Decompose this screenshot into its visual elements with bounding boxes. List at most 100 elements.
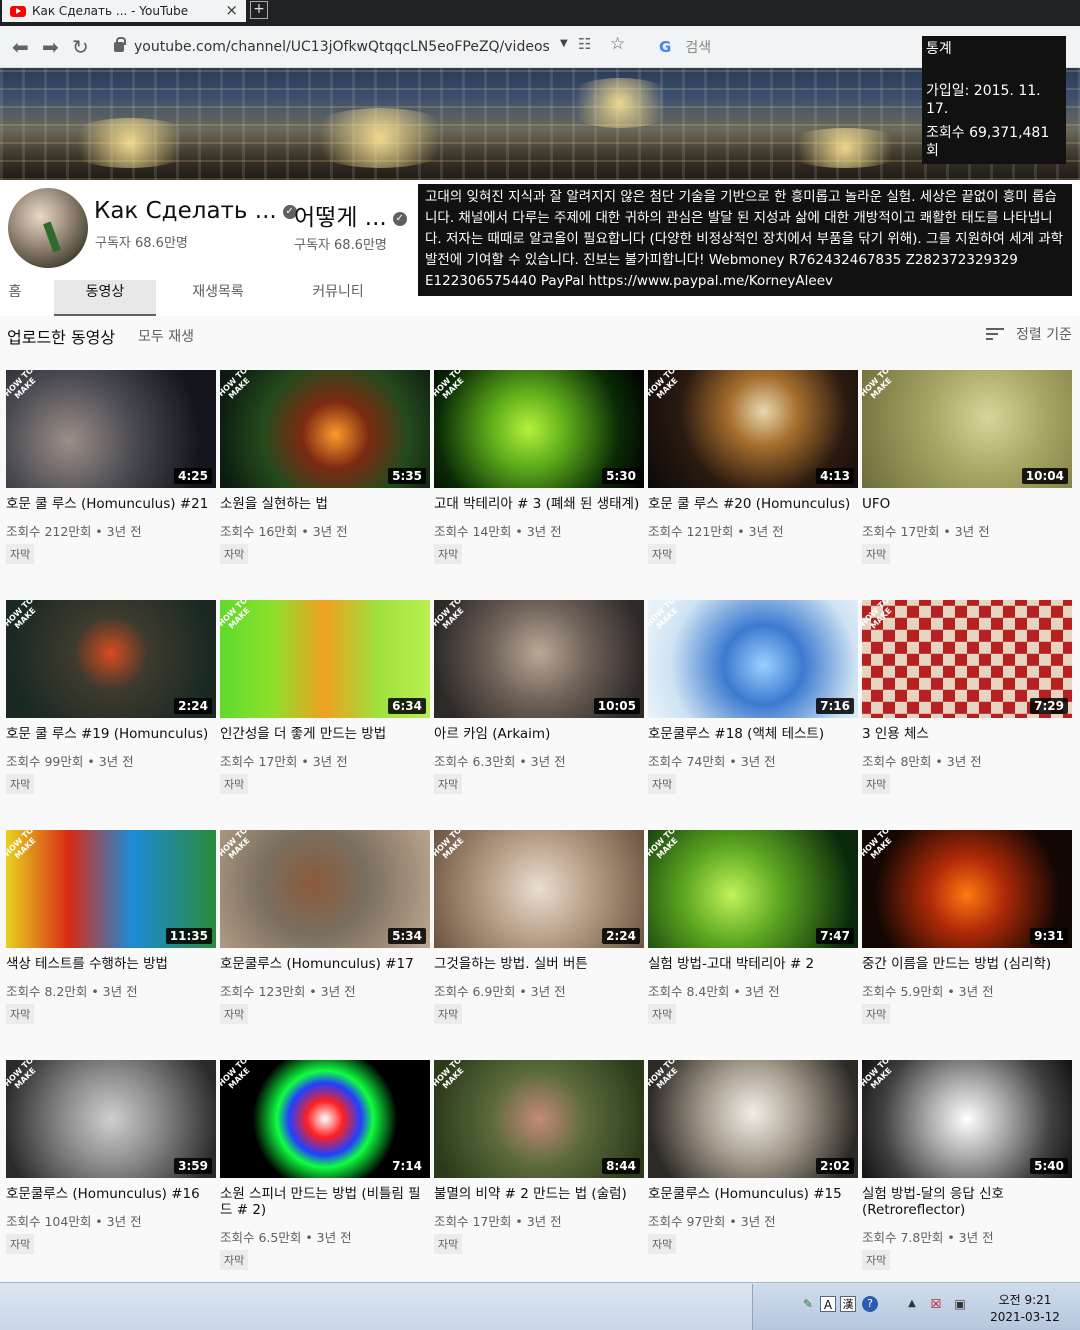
video-title[interactable]: 고대 박테리아 # 3 (폐쇄 된 생태계): [434, 496, 644, 512]
video-card[interactable]: HOW TO MAKE 11:35 색상 테스트를 수행하는 방법 조회수 8.2만회…: [6, 830, 216, 1024]
search-box[interactable]: G 검색: [655, 34, 920, 60]
subscriber-count: 구독자 68.6만명: [95, 236, 188, 251]
ime-mode-icon[interactable]: A: [820, 1296, 836, 1312]
video-title[interactable]: 소원을 실현하는 법: [220, 496, 430, 512]
video-meta: 조회수 6.9만회 • 3년 전: [434, 984, 566, 999]
play-all-button[interactable]: 모두 재생: [138, 326, 194, 346]
ime-hanja-icon[interactable]: 漢: [840, 1296, 856, 1312]
video-title[interactable]: 색상 테스트를 수행하는 방법: [6, 956, 216, 972]
channel-name-translated[interactable]: 어떻게 ... ✓: [294, 198, 407, 232]
video-thumbnail[interactable]: HOW TO MAKE 3:59: [6, 1060, 216, 1178]
video-thumbnail[interactable]: HOW TO MAKE 6:34: [220, 600, 430, 718]
video-title[interactable]: 호문쿨루스 (Homunculus) #15: [648, 1186, 858, 1202]
google-icon: G: [659, 38, 672, 56]
video-card[interactable]: HOW TO MAKE 2:02 호문쿨루스 (Homunculus) #15 조회수…: [648, 1060, 858, 1254]
video-title[interactable]: 인간성을 더 좋게 만드는 방법: [220, 726, 430, 742]
video-thumbnail[interactable]: HOW TO MAKE 2:24: [6, 600, 216, 718]
bookmark-star-icon[interactable]: ☆: [610, 34, 625, 54]
show-hidden-icons-icon[interactable]: ▲: [904, 1296, 920, 1312]
video-title[interactable]: 실험 방법-달의 응답 신호 (Retroreflector): [862, 1186, 1072, 1218]
video-thumbnail[interactable]: HOW TO MAKE 4:25: [6, 370, 216, 488]
new-tab-button[interactable]: +: [250, 1, 268, 19]
video-card[interactable]: HOW TO MAKE 7:16 호문쿨루스 #18 (액체 테스트) 조회수 74만…: [648, 600, 858, 794]
video-title[interactable]: 그것을하는 방법. 실버 버튼: [434, 956, 644, 972]
how-to-make-badge: HOW TO MAKE: [220, 1060, 252, 1091]
video-title[interactable]: 아르 카임 (Arkaim): [434, 726, 644, 742]
tab-videos[interactable]: 동영상: [54, 280, 156, 316]
video-card[interactable]: HOW TO MAKE 4:13 호문 쿨 루스 #20 (Homunculus) 조…: [648, 370, 858, 564]
video-card[interactable]: HOW TO MAKE 5:40 실험 방법-달의 응답 신호 (Retrorefl…: [862, 1060, 1072, 1270]
video-thumbnail[interactable]: HOW TO MAKE 7:47: [648, 830, 858, 948]
channel-name[interactable]: Как Сделать ... ✓: [94, 198, 297, 224]
video-card[interactable]: HOW TO MAKE 7:14 소원 스피너 만드는 방법 (비틀림 필드 # 2…: [220, 1060, 430, 1270]
video-card[interactable]: HOW TO MAKE 5:30 고대 박테리아 # 3 (폐쇄 된 생태계) 조회수…: [434, 370, 644, 564]
video-title[interactable]: 호문쿨루스 (Homunculus) #16: [6, 1186, 216, 1202]
how-to-make-badge: HOW TO MAKE: [434, 600, 466, 631]
translate-icon[interactable]: ☷: [578, 35, 591, 53]
video-thumbnail[interactable]: HOW TO MAKE 10:04: [862, 370, 1072, 488]
sort-button[interactable]: 정렬 기준: [986, 324, 1072, 344]
video-title[interactable]: 호문쿨루스 (Homunculus) #17: [220, 956, 430, 972]
video-thumbnail[interactable]: HOW TO MAKE 10:05: [434, 600, 644, 718]
tab-community[interactable]: 커뮤니티: [300, 280, 376, 316]
forward-arrow-icon[interactable]: ➡: [42, 35, 59, 59]
video-title[interactable]: 호문 쿨 루스 #19 (Homunculus): [6, 726, 216, 742]
video-title[interactable]: 호문 쿨 루스 (Homunculus) #21: [6, 496, 216, 512]
taskbar-clock[interactable]: 오전 9:21 2021-03-12: [990, 1292, 1060, 1326]
video-title[interactable]: 실험 방법-고대 박테리아 # 2: [648, 956, 858, 972]
back-arrow-icon[interactable]: ⬅: [12, 35, 29, 59]
browser-tab[interactable]: Как Сделать ... - YouTube ×: [2, 0, 246, 22]
video-card[interactable]: HOW TO MAKE 5:35 소원을 실현하는 법 조회수 16만회 • 3년 전…: [220, 370, 430, 564]
video-thumbnail[interactable]: HOW TO MAKE 8:44: [434, 1060, 644, 1178]
tab-close-icon[interactable]: ×: [225, 1, 238, 19]
video-title[interactable]: 호문 쿨 루스 #20 (Homunculus): [648, 496, 858, 512]
video-meta: 조회수 74만회 • 3년 전: [648, 754, 776, 769]
video-card[interactable]: HOW TO MAKE 10:04 UFO 조회수 17만회 • 3년 전 자막: [862, 370, 1072, 564]
video-thumbnail[interactable]: HOW TO MAKE 11:35: [6, 830, 216, 948]
video-thumbnail[interactable]: HOW TO MAKE 5:35: [220, 370, 430, 488]
video-thumbnail[interactable]: HOW TO MAKE 7:14: [220, 1060, 430, 1178]
how-to-make-badge: HOW TO MAKE: [6, 830, 38, 861]
video-title[interactable]: 불멸의 비약 # 2 만드는 법 (술럼): [434, 1186, 644, 1202]
video-thumbnail[interactable]: HOW TO MAKE 2:02: [648, 1060, 858, 1178]
video-title[interactable]: UFO: [862, 496, 1072, 512]
tab-home[interactable]: 홈: [0, 280, 30, 316]
video-thumbnail[interactable]: HOW TO MAKE 7:29: [862, 600, 1072, 718]
video-thumbnail[interactable]: HOW TO MAKE 2:24: [434, 830, 644, 948]
video-title[interactable]: 중간 이름을 만드는 방법 (심리학): [862, 956, 1072, 972]
video-thumbnail[interactable]: HOW TO MAKE 5:34: [220, 830, 430, 948]
video-title[interactable]: 소원 스피너 만드는 방법 (비틀림 필드 # 2): [220, 1186, 430, 1218]
video-card[interactable]: HOW TO MAKE 4:25 호문 쿨 루스 (Homunculus) #21 조…: [6, 370, 216, 564]
video-duration: 5:30: [602, 468, 640, 484]
network-icon[interactable]: ☒: [928, 1296, 944, 1312]
clock-time: 오전 9:21: [998, 1293, 1052, 1307]
subtitles-badge: 자막: [220, 1250, 249, 1270]
video-duration: 7:29: [1030, 698, 1068, 714]
video-thumbnail[interactable]: HOW TO MAKE 5:30: [434, 370, 644, 488]
video-title[interactable]: 3 인용 체스: [862, 726, 1072, 742]
tab-playlists[interactable]: 재생목록: [180, 280, 256, 316]
channel-banner: [0, 68, 1080, 180]
help-icon[interactable]: ?: [862, 1296, 878, 1312]
how-to-make-badge: HOW TO MAKE: [862, 370, 894, 401]
video-card[interactable]: HOW TO MAKE 8:44 불멸의 비약 # 2 만드는 법 (술럼) 조회수 …: [434, 1060, 644, 1254]
reload-icon[interactable]: ↻: [72, 35, 89, 59]
video-card[interactable]: HOW TO MAKE 10:05 아르 카임 (Arkaim) 조회수 6.3만회 …: [434, 600, 644, 794]
dropdown-arrow-icon[interactable]: ▼: [560, 38, 568, 49]
video-thumbnail[interactable]: HOW TO MAKE 9:31: [862, 830, 1072, 948]
video-card[interactable]: HOW TO MAKE 7:47 실험 방법-고대 박테리아 # 2 조회수 8.4만…: [648, 830, 858, 1024]
video-title[interactable]: 호문쿨루스 #18 (액체 테스트): [648, 726, 858, 742]
tray-pen-icon[interactable]: ✎: [800, 1296, 816, 1312]
video-card[interactable]: HOW TO MAKE 5:34 호문쿨루스 (Homunculus) #17 조회수…: [220, 830, 430, 1024]
video-card[interactable]: HOW TO MAKE 9:31 중간 이름을 만드는 방법 (심리학) 조회수 5.…: [862, 830, 1072, 1024]
video-thumbnail[interactable]: HOW TO MAKE 7:16: [648, 600, 858, 718]
video-card[interactable]: HOW TO MAKE 3:59 호문쿨루스 (Homunculus) #16 조회수…: [6, 1060, 216, 1254]
video-card[interactable]: HOW TO MAKE 2:24 그것을하는 방법. 실버 버튼조회수 6.9만회 …: [434, 830, 644, 1024]
channel-avatar[interactable]: [8, 188, 88, 268]
video-card[interactable]: HOW TO MAKE 7:29 3 인용 체스 조회수 8만회 • 3년 전 자막: [862, 600, 1072, 794]
video-thumbnail[interactable]: HOW TO MAKE 5:40: [862, 1060, 1072, 1178]
video-thumbnail[interactable]: HOW TO MAKE 4:13: [648, 370, 858, 488]
video-card[interactable]: HOW TO MAKE 6:34 인간성을 더 좋게 만드는 방법 조회수 17만회 …: [220, 600, 430, 794]
video-card[interactable]: HOW TO MAKE 2:24 호문 쿨 루스 #19 (Homunculus) 조…: [6, 600, 216, 794]
speaker-icon[interactable]: ▣: [952, 1296, 968, 1312]
